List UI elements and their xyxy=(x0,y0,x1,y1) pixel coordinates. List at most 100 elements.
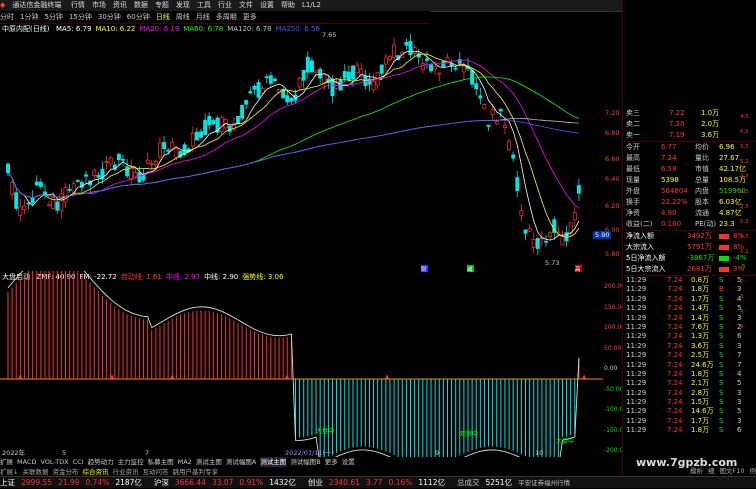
candle-body xyxy=(220,117,223,131)
right-edge-value: 9 xyxy=(740,320,756,335)
indicator-tab-13[interactable]: 设置 xyxy=(342,457,355,467)
function-right-tab-3[interactable]: 例 xyxy=(750,467,756,475)
price-tick-label: 6.40 xyxy=(605,175,619,183)
index-item[interactable]: 沪深3666.4433.070.91%1432亿 xyxy=(154,477,302,488)
tick-row: 11:297.241.3万S6 xyxy=(623,332,756,341)
stat-value: 6.77 xyxy=(661,142,677,153)
candle-body xyxy=(471,70,474,84)
menu-item-0[interactable]: 行情 xyxy=(71,0,85,11)
candle-body xyxy=(60,194,63,211)
tick-row: 11:297.242.8万S3 xyxy=(623,389,756,398)
menu-item-10[interactable]: 帮助 xyxy=(281,0,295,11)
right-edge-value: -5 xyxy=(740,260,756,275)
flow-bar xyxy=(719,234,729,239)
indicator-tab-9[interactable]: 测试幅图A xyxy=(226,457,256,467)
candle-body xyxy=(409,41,412,54)
period-tab-2[interactable]: 5分钟 xyxy=(44,11,62,23)
tick-time: 11:29 xyxy=(626,351,646,360)
tick-side: S xyxy=(719,351,723,360)
tick-side: S xyxy=(719,417,723,426)
menu-item-5[interactable]: 发现 xyxy=(176,0,190,11)
indicator-tab-0[interactable]: 扩展 xyxy=(0,457,13,467)
indicator-tab-8[interactable]: 测试主图 xyxy=(196,457,222,467)
indicator-tab-7[interactable]: MA2 xyxy=(178,457,192,467)
menu-item-9[interactable]: 设置 xyxy=(260,0,274,11)
candle-body xyxy=(204,120,207,134)
indicator-annotation: 观察中 xyxy=(460,430,478,438)
right-edge-value: 2.5 xyxy=(740,200,756,215)
tick-volume: 2.1万 xyxy=(691,379,709,388)
period-tab-4[interactable]: 30分钟 xyxy=(98,11,121,23)
function-bar: 扩展↓关联数据资金分布综合资讯行业资讯互动问答跳用户基判专享 xyxy=(0,467,622,476)
indicator-annotation: 大盘中 xyxy=(316,427,334,435)
candle-body xyxy=(524,230,527,233)
tick-time: 11:29 xyxy=(626,323,646,332)
index-pct: 0.16% xyxy=(389,477,413,488)
menu-item-3[interactable]: 数据 xyxy=(134,0,148,11)
candle-body xyxy=(351,66,354,79)
indicator-tab-12[interactable]: 更多 xyxy=(325,457,338,467)
date-label: 2022年 xyxy=(2,448,26,457)
price-tick-label: 6.80 xyxy=(605,129,619,137)
candle-body xyxy=(11,183,14,195)
indicator-tab-11[interactable]: 测试幅图B xyxy=(290,457,320,467)
period-tab-0[interactable]: 分时 xyxy=(0,11,14,23)
ma-line xyxy=(8,60,579,209)
ma-line xyxy=(8,51,579,240)
menu-item-8[interactable]: 文件 xyxy=(239,0,253,11)
stat-row: 今开6.77均价6.96 xyxy=(623,142,756,153)
period-tab-3[interactable]: 15分钟 xyxy=(69,11,92,23)
flow-row: 5日净流入额-3867万-4% xyxy=(623,253,756,264)
candle-body xyxy=(286,96,289,102)
index-name: 上证 xyxy=(0,477,15,488)
candle-body xyxy=(150,163,153,164)
menu-item-1[interactable]: 市场 xyxy=(92,0,106,11)
index-item[interactable]: 上证2999.5521.990.74%2187亿 xyxy=(0,477,148,488)
candle-body xyxy=(356,66,359,73)
candle-body xyxy=(425,59,428,61)
indicator-tab-5[interactable]: 主力监控 xyxy=(118,457,144,467)
candle-body xyxy=(35,182,38,185)
tick-time: 11:29 xyxy=(626,314,646,323)
candle-body xyxy=(499,109,502,111)
index-name: 创业 xyxy=(308,477,323,488)
index-item[interactable]: 创业2340.613.770.16%1112亿 xyxy=(308,477,451,488)
ask-row[interactable]: 卖三7.221.0万 xyxy=(623,108,756,119)
menu-item-11[interactable]: L1/L2 xyxy=(302,0,321,11)
ask-row[interactable]: 卖一7.193.6万 xyxy=(623,130,756,141)
period-tab-7[interactable]: 周线 xyxy=(176,11,190,23)
flow-bar xyxy=(719,245,729,250)
tick-price: 7.24 xyxy=(667,332,683,341)
indicator-tab-10[interactable]: 测试主图 xyxy=(260,457,286,467)
indicator-panel[interactable]: 大盘启动 ZMF: 40.90FM: -22.72启动线: 1.61中线: 2.… xyxy=(0,271,603,457)
indicator-tab-4[interactable]: 趋势动力 xyxy=(88,457,114,467)
indicator-tab-1[interactable]: MACD xyxy=(17,457,36,467)
stat-value: 4.90 xyxy=(661,208,677,219)
menu-item-2[interactable]: 资讯 xyxy=(113,0,127,11)
menu-item-4[interactable]: 专题 xyxy=(155,0,169,11)
candle-body xyxy=(68,189,71,190)
ask-label: 卖二 xyxy=(626,119,640,130)
indicator-tab-6[interactable]: 私募主图 xyxy=(148,457,174,467)
menu-item-7[interactable]: 行业 xyxy=(218,0,232,11)
period-tab-8[interactable]: 月线 xyxy=(196,11,210,23)
flow-value: -3867万 xyxy=(687,253,714,264)
menu-item-6[interactable]: 工具 xyxy=(197,0,211,11)
period-tab-9[interactable]: 多周期 xyxy=(216,11,237,23)
period-tab-1[interactable]: 1分钟 xyxy=(20,11,38,23)
tick-count: 7 xyxy=(737,351,741,360)
index-value: 2340.61 xyxy=(329,477,360,488)
period-tab-6[interactable]: 日线 xyxy=(156,11,170,23)
price-tick-label: 6.20 xyxy=(605,202,619,210)
ask-row[interactable]: 卖二7.202.0万 xyxy=(623,119,756,130)
ask-label: 卖三 xyxy=(626,108,640,119)
tick-row: 11:297.241.8万B3 xyxy=(623,285,756,294)
tick-volume: 1.4万 xyxy=(691,314,709,323)
indicator-tab-3[interactable]: CCI xyxy=(73,457,84,467)
period-tab-5[interactable]: 60分钟 xyxy=(127,11,150,23)
kline-panel[interactable]: 中原内配(日线) MA5: 6.79MA10: 6.22MA20: 6.19MA… xyxy=(0,23,603,275)
ask-volume: 2.0万 xyxy=(701,119,719,130)
period-tab-10[interactable]: 更多 xyxy=(243,11,257,23)
stat-label: 总量 xyxy=(695,175,709,186)
indicator-tab-2[interactable]: VOL-TDX xyxy=(40,457,68,467)
